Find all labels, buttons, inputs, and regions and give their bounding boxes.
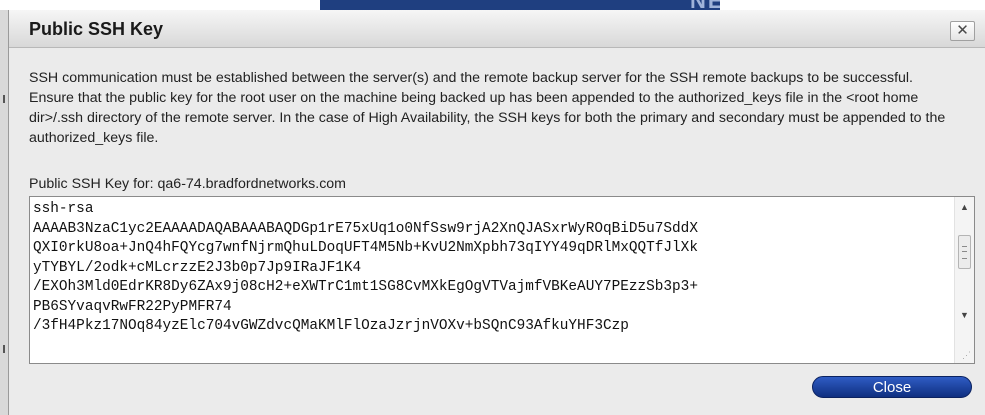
- close-button[interactable]: Close: [812, 376, 972, 398]
- scroll-down-icon[interactable]: ▼: [955, 307, 974, 323]
- close-icon[interactable]: ✕: [950, 21, 975, 41]
- dialog-titlebar[interactable]: Public SSH Key ✕: [9, 10, 985, 48]
- public-key-label: Public SSH Key for: qa6-74.bradfordnetwo…: [29, 176, 347, 192]
- background-tick: [3, 95, 5, 103]
- dialog-description: SSH communication must be established be…: [29, 70, 946, 146]
- scrollbar-thumb[interactable]: [958, 235, 971, 269]
- public-key-textarea[interactable]: ssh-rsa AAAAB3NzaC1yc2EAAAADAQABAAABAQDG…: [29, 196, 975, 364]
- scroll-up-icon[interactable]: ▲: [955, 199, 974, 215]
- grip-icon: [962, 246, 967, 259]
- dialog-title: Public SSH Key: [29, 19, 164, 39]
- background-app-header: NETWORK CENTRY: [0, 0, 985, 10]
- vertical-scrollbar[interactable]: ▲ ▼: [954, 197, 974, 363]
- public-ssh-key-dialog: Public SSH Key ✕ SSH communication must …: [8, 10, 985, 415]
- background-tick: [3, 345, 5, 353]
- public-key-text[interactable]: ssh-rsa AAAAB3NzaC1yc2EAAAADAQABAAABAQDG…: [33, 200, 953, 337]
- background-left-panel: [0, 10, 8, 415]
- background-app-title: NETWORK CENTRY: [690, 0, 720, 10]
- background-banner: NETWORK CENTRY: [320, 0, 720, 10]
- resize-grip-icon[interactable]: ⋰: [961, 350, 971, 360]
